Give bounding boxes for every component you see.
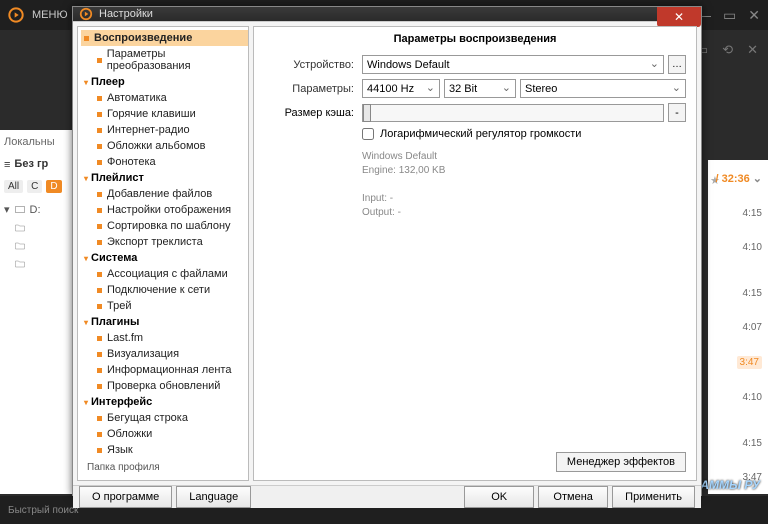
- chevron-down-icon[interactable]: ⌄: [753, 173, 762, 185]
- close-icon[interactable]: ✕: [748, 7, 760, 24]
- computer-icon: [14, 204, 26, 216]
- engine-info: Windows Default Engine: 132,00 KB Input:…: [362, 150, 686, 220]
- tree-item[interactable]: Интернет-радио: [81, 122, 248, 138]
- folder-item: [14, 240, 70, 252]
- cache-slider[interactable]: [362, 104, 664, 122]
- device-more-button[interactable]: …: [668, 55, 686, 74]
- settings-tree[interactable]: Воспроизведение Параметры преобразования…: [77, 26, 249, 481]
- chevron-down-icon[interactable]: ▾: [4, 203, 10, 216]
- tree-item[interactable]: Информационная лента: [81, 362, 248, 378]
- language-button[interactable]: Language: [176, 486, 251, 508]
- tree-item[interactable]: Обложки альбомов: [81, 138, 248, 154]
- tree-item[interactable]: Визуализация: [81, 346, 248, 362]
- tree-cat-plugins[interactable]: Плагины: [81, 314, 248, 330]
- maximize-icon[interactable]: ▭: [723, 7, 736, 24]
- panel-title: Параметры воспроизведения: [264, 33, 686, 45]
- about-button[interactable]: О программе: [79, 486, 172, 508]
- ok-button[interactable]: OK: [464, 486, 534, 508]
- effects-manager-button[interactable]: Менеджер эффектов: [556, 452, 686, 472]
- close-icon: ✕: [674, 10, 684, 24]
- tree-cat-system[interactable]: Система: [81, 250, 248, 266]
- tree-item[interactable]: Бегущая строка: [81, 410, 248, 426]
- dialog-close-button[interactable]: ✕: [657, 7, 701, 27]
- tree-cat-playback[interactable]: Воспроизведение: [81, 30, 248, 46]
- shuffle-icon[interactable]: ✕: [747, 42, 758, 58]
- track-duration: 4:10: [743, 392, 762, 403]
- log-volume-label: Логарифмический регулятор громкости: [380, 128, 581, 140]
- tracklist-partial: ★ / 32:36 ⌄ 4:15 4:10 4:15 4:07 3:47 4:1…: [708, 160, 768, 494]
- frequency-combo[interactable]: 44100 Hz: [362, 79, 440, 98]
- tree-item[interactable]: Проверка обновлений: [81, 378, 248, 394]
- hamburger-icon[interactable]: ≡: [4, 159, 10, 171]
- tree-item[interactable]: Подключение к сети: [81, 282, 248, 298]
- quick-search-label: Быстрый поиск: [8, 505, 78, 516]
- tree-item[interactable]: Горячие клавиши: [81, 106, 248, 122]
- tree-item[interactable]: Настройки отображения: [81, 202, 248, 218]
- pill-c[interactable]: C: [27, 180, 42, 193]
- tree-item[interactable]: Автоматика: [81, 90, 248, 106]
- channels-combo[interactable]: Stereo: [520, 79, 686, 98]
- tree-cat-playlist[interactable]: Плейлист: [81, 170, 248, 186]
- folder-drive: ▾D:: [4, 203, 70, 216]
- app-logo-icon: [79, 7, 93, 21]
- track-duration: 4:15: [743, 438, 762, 449]
- folder-icon: [14, 258, 26, 270]
- track-duration-current: 3:47: [737, 356, 762, 369]
- sidebar-local-label: Локальны: [4, 136, 70, 148]
- app-logo-icon: [8, 7, 24, 23]
- device-combo[interactable]: Windows Default: [362, 55, 664, 74]
- app-sidebar: Локальны ≡ Без гр All C D ▾D:: [0, 130, 75, 494]
- menu-label[interactable]: МЕНЮ: [32, 9, 68, 21]
- device-label: Устройство:: [264, 59, 354, 71]
- settings-dialog: Настройки ✕ AIMP Воспроизведение Воспрои…: [72, 6, 702, 496]
- track-duration: 4:15: [743, 208, 762, 219]
- folder-icon: [14, 240, 26, 252]
- tree-item[interactable]: Добавление файлов: [81, 186, 248, 202]
- track-duration: 4:07: [743, 322, 762, 333]
- dialog-title: Настройки: [99, 8, 153, 20]
- tree-item[interactable]: Язык: [81, 442, 248, 458]
- tree-cat-player[interactable]: Плеер: [81, 74, 248, 90]
- pill-all[interactable]: All: [4, 180, 23, 193]
- track-duration: 4:15: [743, 288, 762, 299]
- sidebar-nogroup: Без гр: [14, 158, 48, 170]
- repeat-icon[interactable]: ⟲: [722, 42, 733, 58]
- cancel-button[interactable]: Отмена: [538, 486, 608, 508]
- log-volume-checkbox[interactable]: [362, 128, 374, 140]
- cache-minus-button[interactable]: -: [668, 103, 686, 122]
- tree-item[interactable]: Last.fm: [81, 330, 248, 346]
- folder-item: [14, 258, 70, 270]
- tree-item[interactable]: Обложки: [81, 426, 248, 442]
- tree-item[interactable]: Фонотека: [81, 154, 248, 170]
- slider-thumb[interactable]: [363, 104, 371, 122]
- tree-item[interactable]: Трей: [81, 298, 248, 314]
- folder-item: [14, 222, 70, 234]
- apply-button[interactable]: Применить: [612, 486, 695, 508]
- tree-item[interactable]: Параметры преобразования: [81, 46, 248, 74]
- cache-label: Размер кэша:: [264, 107, 354, 119]
- tree-item[interactable]: Экспорт треклиста: [81, 234, 248, 250]
- dialog-footer: О программе Language OK Отмена Применить: [73, 485, 701, 508]
- profile-folder-link[interactable]: Папка профиля: [81, 458, 248, 477]
- tree-item[interactable]: Ассоциация с файлами: [81, 266, 248, 282]
- tree-cat-interface[interactable]: Интерфейс: [81, 394, 248, 410]
- pill-d[interactable]: D: [46, 180, 61, 193]
- track-duration: 4:10: [743, 242, 762, 253]
- bitdepth-combo[interactable]: 32 Bit: [444, 79, 516, 98]
- params-label: Параметры:: [264, 83, 354, 95]
- folder-icon: [14, 222, 26, 234]
- total-time: / 32:36 ⌄: [715, 172, 762, 185]
- playback-panel: Параметры воспроизведения Устройство: Wi…: [253, 26, 697, 481]
- tree-item[interactable]: Сортировка по шаблону: [81, 218, 248, 234]
- dialog-titlebar: Настройки ✕: [73, 7, 701, 21]
